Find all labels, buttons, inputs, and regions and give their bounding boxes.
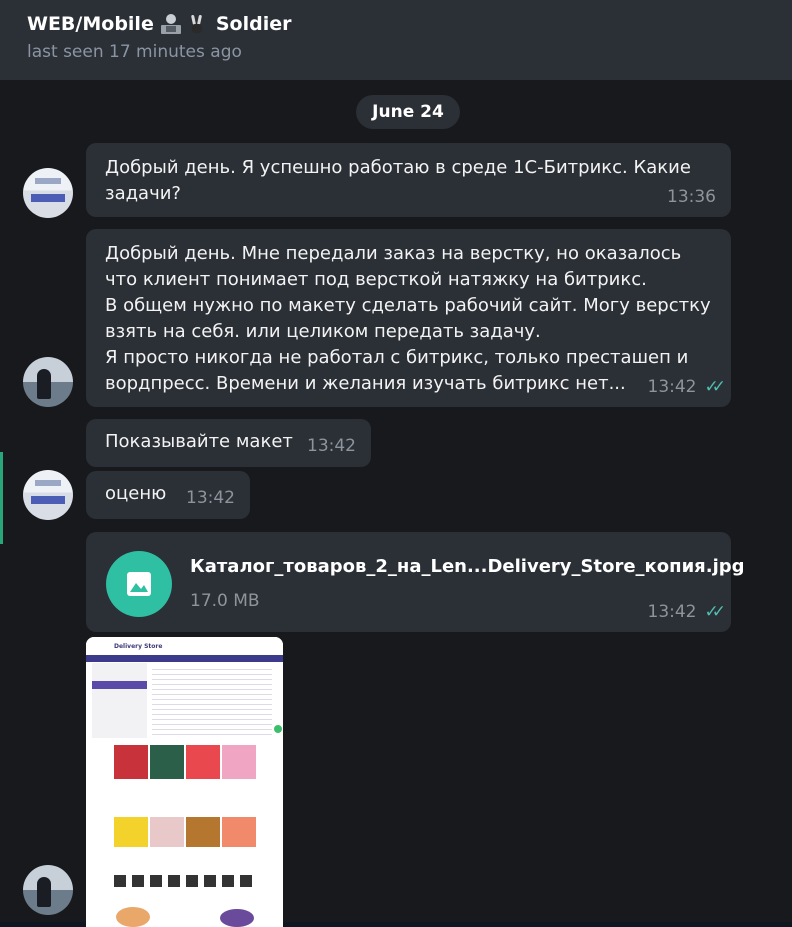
file-name[interactable]: Каталог_товаров_2_на_Len...Delivery_Stor… <box>190 554 745 580</box>
avatar[interactable] <box>23 865 73 915</box>
message-bubble[interactable]: Добрый день. Мне передали заказ на верст… <box>86 229 731 407</box>
message-text: оценю <box>105 483 167 504</box>
message-text: Добрый день. Я успешно работаю в среде 1… <box>105 157 691 204</box>
message-bubble[interactable]: Показывайте макет 13:42 <box>86 419 371 467</box>
message-text: Показывайте макет <box>105 431 293 452</box>
image-preview[interactable]: Delivery Store <box>86 637 283 927</box>
chat-title-right: Soldier <box>215 13 292 35</box>
read-receipt-icon: ✓✓ <box>704 377 726 397</box>
message-time: 13:42 <box>647 602 697 622</box>
message-time: 13:42 <box>307 436 356 456</box>
chat-title[interactable]: WEB/Mobile Soldier <box>27 10 792 38</box>
message-time: 13:42 <box>647 377 697 397</box>
message-bubble[interactable]: оценю 13:42 <box>86 471 250 519</box>
selection-indicator <box>0 452 3 544</box>
avatar[interactable] <box>23 357 73 407</box>
image-icon[interactable] <box>106 551 172 617</box>
file-message[interactable]: Каталог_товаров_2_на_Len...Delivery_Stor… <box>86 532 745 632</box>
date-separator: June 24 <box>356 95 460 129</box>
read-receipt-icon: ✓✓ <box>704 602 726 622</box>
chat-header[interactable]: WEB/Mobile Soldier last seen 17 minutes … <box>0 0 792 80</box>
file-size: 17.0 MB <box>190 591 260 611</box>
victory-hand-icon <box>190 13 204 35</box>
message-time: 13:42 <box>186 488 235 508</box>
avatar[interactable] <box>23 470 73 520</box>
message-text: Добрый день. Мне передали заказ на верст… <box>105 243 711 394</box>
message-time: 13:36 <box>667 187 716 207</box>
last-seen-status: last seen 17 minutes ago <box>27 42 242 62</box>
chat-title-left: WEB/Mobile <box>27 13 154 35</box>
avatar[interactable] <box>23 168 73 218</box>
hacker-emoji-icon <box>160 13 182 35</box>
thumbnail-brand: Delivery Store <box>86 637 283 655</box>
message-bubble[interactable]: Добрый день. Я успешно работаю в среде 1… <box>86 143 731 217</box>
